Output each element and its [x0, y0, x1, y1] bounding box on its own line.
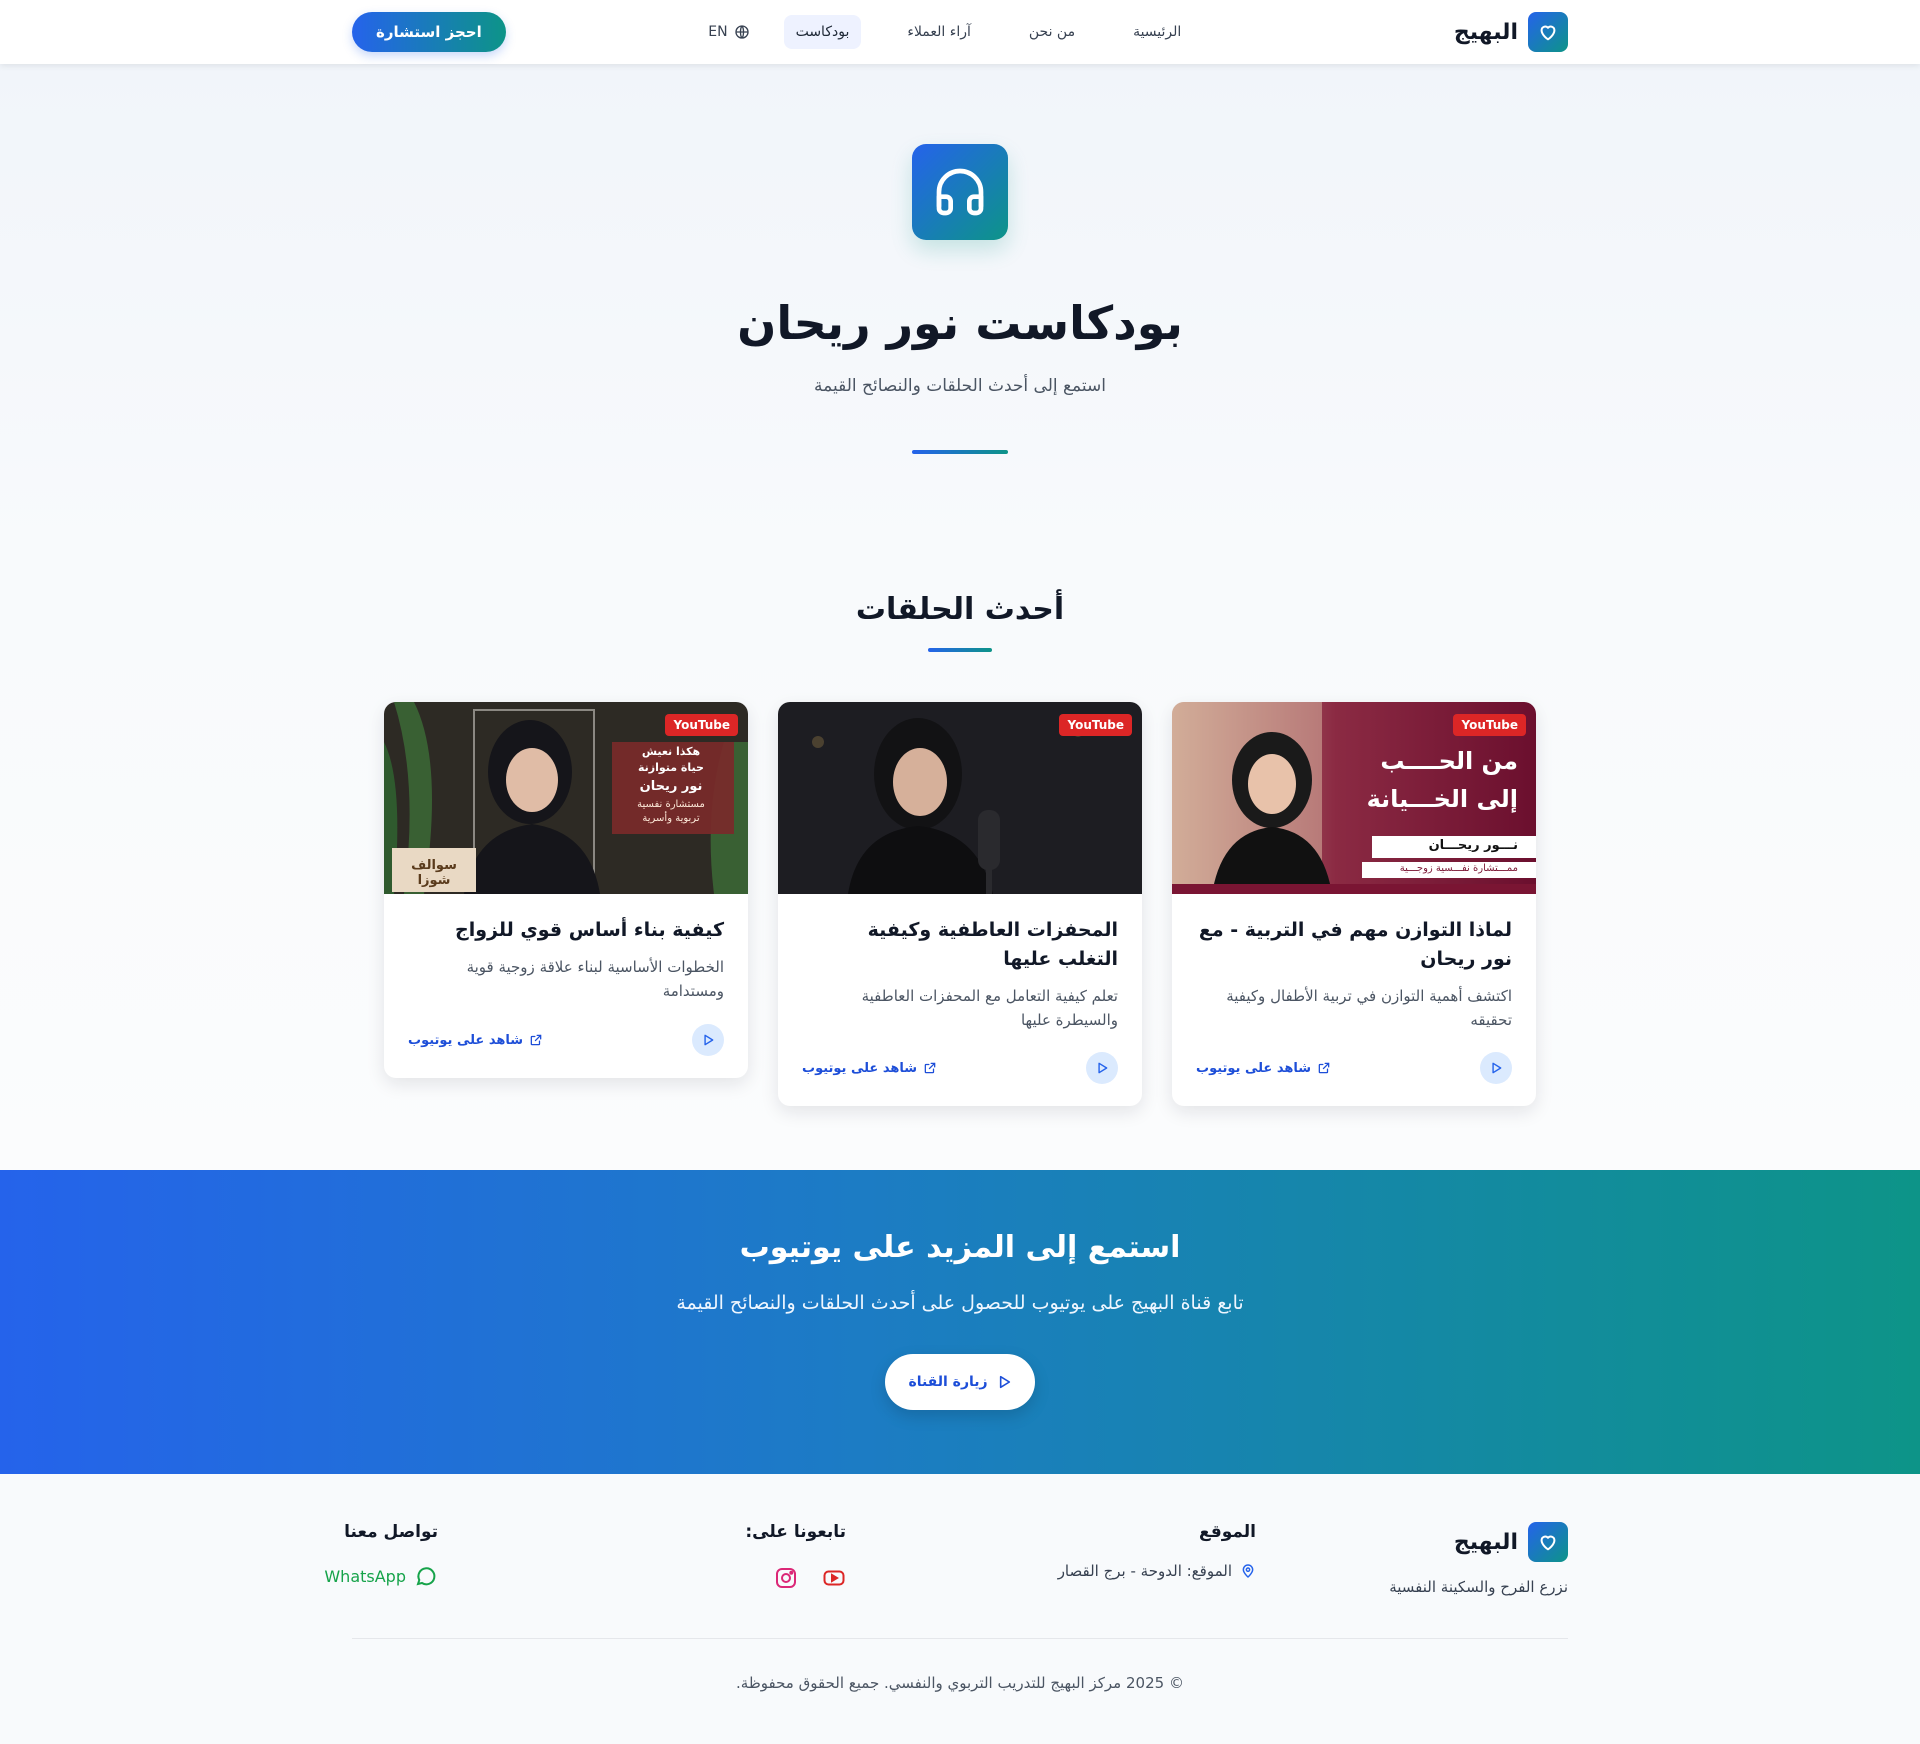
nav-home[interactable]: الرئيسية	[1121, 15, 1193, 49]
band-title: استمع إلى المزيد على يوتيوب	[739, 1230, 1181, 1265]
episode-description: اكتشف أهمية التوازن في تربية الأطفال وكي…	[1226, 987, 1512, 1029]
episode-title[interactable]: كيفية بناء أساس قوي للزواج	[408, 916, 724, 945]
episode-thumbnail[interactable]: من الحــــب إلى الخـــيانة نـــور ريحـــ…	[1172, 702, 1536, 894]
episode-thumbnail[interactable]: YouTube	[778, 702, 1142, 894]
footer-contact: تواصل معنا WhatsApp	[238, 1522, 438, 1588]
youtube-cta-band: استمع إلى المزيد على يوتيوب تابع قناة ال…	[0, 1170, 1920, 1474]
thumbnail-text-line: سوالف شوزا	[411, 858, 457, 888]
thumbnail-text-line: تربوية وأسرية	[642, 813, 700, 824]
thumbnail-text-line: مستشارة نفسية	[637, 799, 705, 810]
brand-logo[interactable]: البهيج	[1454, 12, 1568, 52]
episodes-grid: من الحــــب إلى الخـــيانة نـــور ريحـــ…	[384, 702, 1536, 1108]
location-heading: الموقع	[1198, 1522, 1256, 1542]
episode-thumbnail[interactable]: هكذا نعيش حياة متوازنة نور ريحان مستشارة…	[384, 702, 748, 894]
site-header: البهيج الرئيسية من نحن آراء العملاء بودك…	[0, 0, 1920, 64]
footer-divider	[352, 1638, 1568, 1639]
footer-tagline: نزرع الفرح والسكينة النفسية	[1389, 1578, 1568, 1596]
external-link-icon	[924, 1062, 936, 1074]
youtube-badge: YouTube	[1453, 714, 1526, 736]
watch-on-youtube-link[interactable]: شاهد على يوتيوب	[408, 1033, 543, 1048]
play-icon	[999, 1375, 1010, 1389]
episode-description: الخطوات الأساسية لبناء علاقة زوجية قوية …	[466, 958, 724, 1000]
nav-testimonials[interactable]: آراء العملاء	[895, 15, 983, 49]
watch-label: شاهد على يوتيوب	[802, 1060, 918, 1076]
hero-section: بودكاست نور ريحان استمع إلى أحدث الحلقات…	[0, 64, 1920, 1170]
footer-brand-name: البهيج	[1453, 1529, 1518, 1555]
play-icon	[704, 1034, 714, 1046]
map-pin-icon	[1242, 1564, 1254, 1578]
site-footer: البهيج نزرع الفرح والسكينة النفسية الموق…	[0, 1474, 1920, 1744]
watch-label: شاهد على يوتيوب	[408, 1032, 524, 1048]
play-icon	[1098, 1062, 1108, 1074]
thumbnail-text-line: ممـــتشارة نفـــسية زوجـــية	[1399, 863, 1518, 874]
thumbnail-text-line: حياة متوازنة	[638, 761, 704, 774]
heart-icon	[1528, 12, 1568, 52]
thumbnail-text-line: إلى الخـــيانة	[1366, 785, 1518, 813]
page-subtitle: استمع إلى أحدث الحلقات والنصائح القيمة	[814, 376, 1106, 396]
thumbnail-text-line: هكذا نعيش	[641, 745, 701, 758]
headphones-icon	[912, 144, 1008, 240]
play-button[interactable]	[1086, 1052, 1118, 1084]
book-consultation-button[interactable]: احجز استشارة	[352, 12, 506, 52]
youtube-icon[interactable]	[822, 1566, 846, 1594]
language-switch[interactable]: EN	[708, 24, 749, 40]
footer-brand: البهيج نزرع الفرح والسكينة النفسية	[1368, 1522, 1568, 1596]
watch-label: شاهد على يوتيوب	[1196, 1060, 1312, 1076]
contact-heading: تواصل معنا	[344, 1522, 438, 1542]
episode-card[interactable]: هكذا نعيش حياة متوازنة نور ريحان مستشارة…	[384, 702, 748, 1078]
thumbnail-text-line: نور ريحان	[639, 779, 703, 794]
title-divider	[912, 450, 1008, 454]
whatsapp-label: WhatsApp	[324, 1566, 406, 1586]
youtube-badge: YouTube	[665, 714, 738, 736]
external-link-icon	[530, 1034, 542, 1046]
footer-follow: تابعونا على:	[646, 1522, 846, 1594]
location-text: الموقع: الدوحة - برج القصار	[1057, 1562, 1232, 1580]
episode-card[interactable]: YouTube المحفزات العاطفية وكيفية التغلب …	[778, 702, 1142, 1106]
copyright: © 2025 مركز البهيج للتدريب التربوي والنف…	[736, 1674, 1184, 1692]
follow-heading: تابعونا على:	[745, 1522, 846, 1542]
episode-title[interactable]: لماذا التوازن مهم في التربية - مع نور ري…	[1196, 916, 1512, 974]
external-link-icon	[1318, 1062, 1330, 1074]
youtube-badge: YouTube	[1059, 714, 1132, 736]
visit-channel-button[interactable]: زيارة القناة	[885, 1354, 1035, 1410]
episodes-divider	[928, 648, 992, 652]
play-button[interactable]	[692, 1024, 724, 1056]
watch-on-youtube-link[interactable]: شاهد على يوتيوب	[1196, 1061, 1331, 1076]
footer-location: الموقع الموقع: الدوحة - برج القصار	[1036, 1522, 1256, 1580]
whatsapp-icon	[416, 1567, 436, 1586]
episode-card[interactable]: من الحــــب إلى الخـــيانة نـــور ريحـــ…	[1172, 702, 1536, 1106]
episode-description: تعلم كيفية التعامل مع المحفزات العاطفية …	[861, 987, 1118, 1029]
play-button[interactable]	[1480, 1052, 1512, 1084]
main-nav: الرئيسية من نحن آراء العملاء بودكاست EN	[668, 15, 1193, 49]
heart-icon	[1528, 1522, 1568, 1562]
language-label: EN	[708, 24, 728, 40]
thumbnail-text-line: نـــور ريحـــان	[1428, 838, 1518, 853]
play-icon	[1492, 1062, 1502, 1074]
nav-about[interactable]: من نحن	[1017, 15, 1087, 49]
episode-title[interactable]: المحفزات العاطفية وكيفية التغلب عليها	[802, 916, 1118, 974]
brand-name: البهيج	[1453, 19, 1518, 45]
nav-podcast[interactable]: بودكاست	[783, 15, 862, 49]
visit-channel-label: زيارة القناة	[908, 1374, 988, 1390]
page-title: بودكاست نور ريحان	[737, 296, 1183, 350]
episodes-heading: أحدث الحلقات	[855, 592, 1065, 627]
globe-icon	[734, 25, 749, 39]
instagram-icon[interactable]	[774, 1566, 798, 1594]
band-subtitle: تابع قناة البهيج على يوتيوب للحصول على أ…	[676, 1292, 1244, 1314]
thumbnail-text-line: من الحــــب	[1380, 747, 1518, 775]
whatsapp-link[interactable]: WhatsApp	[238, 1564, 438, 1588]
watch-on-youtube-link[interactable]: شاهد على يوتيوب	[802, 1061, 937, 1076]
